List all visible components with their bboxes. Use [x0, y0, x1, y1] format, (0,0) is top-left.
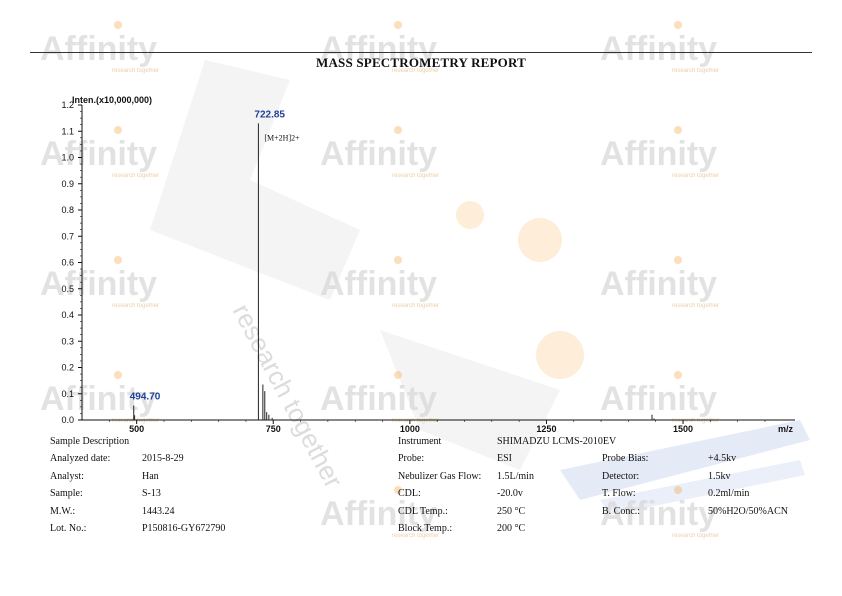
- instrument-field-label: Detector:: [602, 470, 640, 482]
- instrument-field-label: CDL Temp.:: [398, 505, 448, 517]
- instrument-field-label: Block Temp.:: [398, 523, 453, 534]
- watermark-tagline: research together: [672, 533, 719, 539]
- chart-labels: 722.85 494.70 [M+2H]2+: [130, 109, 300, 402]
- instrument-field-label: T. Flow:: [602, 488, 636, 499]
- mass-spectrum-chart: 0.00.10.20.30.40.50.60.70.80.91.01.11.2I…: [61, 95, 795, 434]
- y-tick-label: 0.3: [61, 336, 74, 346]
- sample-field-value: Han: [142, 470, 159, 482]
- peak-label: 722.85: [254, 109, 285, 120]
- y-tick-label: 0.1: [61, 389, 74, 399]
- instrument-field-value: 1.5kv: [708, 470, 731, 482]
- y-tick-label: 0.0: [61, 415, 74, 425]
- instrument-field-value: +4.5kv: [708, 453, 737, 464]
- instrument-field-value: ESI: [497, 453, 512, 464]
- sample-field-label: Sample:: [50, 488, 83, 499]
- instrument-field-value: 250 °C: [497, 505, 526, 517]
- instrument-field-label: B. Conc.:: [602, 505, 641, 517]
- y-tick-label: 0.8: [61, 205, 74, 215]
- y-tick-label: 0.6: [61, 258, 74, 268]
- y-axis-label: Inten.(x10,000,000): [72, 95, 152, 105]
- peak-label: 494.70: [130, 392, 161, 403]
- instrument-field-value: 200 °C: [497, 523, 526, 534]
- x-tick-label: 1250: [536, 424, 556, 434]
- instrument-field-label: CDL:: [398, 488, 421, 499]
- instrument-field-value: 0.2ml/min: [708, 488, 750, 499]
- y-tick-label: 1.1: [61, 126, 74, 136]
- sample-field-label: Lot. No.:: [50, 523, 87, 534]
- y-tick-label: 0.7: [61, 231, 74, 241]
- instrument-field-value: -20.0v: [497, 488, 523, 499]
- chart-peaks: [133, 123, 655, 420]
- instrument-field-value: 50%H2O/50%ACN: [708, 505, 788, 517]
- x-tick-label: 1500: [673, 424, 693, 434]
- sample-heading: Sample Description: [50, 436, 130, 447]
- sample-field-label: M.W.:: [50, 505, 76, 517]
- sample-field-label: Analyzed date:: [50, 453, 111, 464]
- y-tick-label: 0.5: [61, 284, 74, 294]
- sample-field-value: S-13: [142, 488, 161, 499]
- sample-field-value: 1443.24: [142, 505, 175, 517]
- instrument-field-value: 1.5L/min: [497, 470, 534, 482]
- x-tick-label: 750: [266, 424, 281, 434]
- chart-axes: 0.00.10.20.30.40.50.60.70.80.91.01.11.2I…: [61, 95, 795, 434]
- y-tick-label: 0.4: [61, 310, 74, 320]
- y-tick-label: 0.9: [61, 179, 74, 189]
- instrument-label: Instrument: [398, 436, 442, 447]
- instrument-field-label: Nebulizer Gas Flow:: [398, 470, 482, 482]
- y-tick-label: 1.0: [61, 153, 74, 163]
- instrument-field-label: Probe:: [398, 453, 425, 464]
- watermark-logo-dot: [674, 486, 682, 494]
- peak-annotation: [M+2H]2+: [264, 133, 300, 142]
- x-tick-label: 500: [129, 424, 144, 434]
- y-tick-label: 0.2: [61, 363, 74, 373]
- instrument-value: SHIMADZU LCMS-2010EV: [497, 436, 617, 447]
- sample-field-value: 2015-8-29: [142, 453, 184, 464]
- x-axis-label: m/z: [778, 424, 794, 434]
- x-tick-label: 1000: [400, 424, 420, 434]
- sample-field-value: P150816-GY672790: [142, 523, 226, 534]
- sample-field-label: Analyst:: [50, 470, 84, 482]
- instrument-field-label: Probe Bias:: [602, 453, 649, 464]
